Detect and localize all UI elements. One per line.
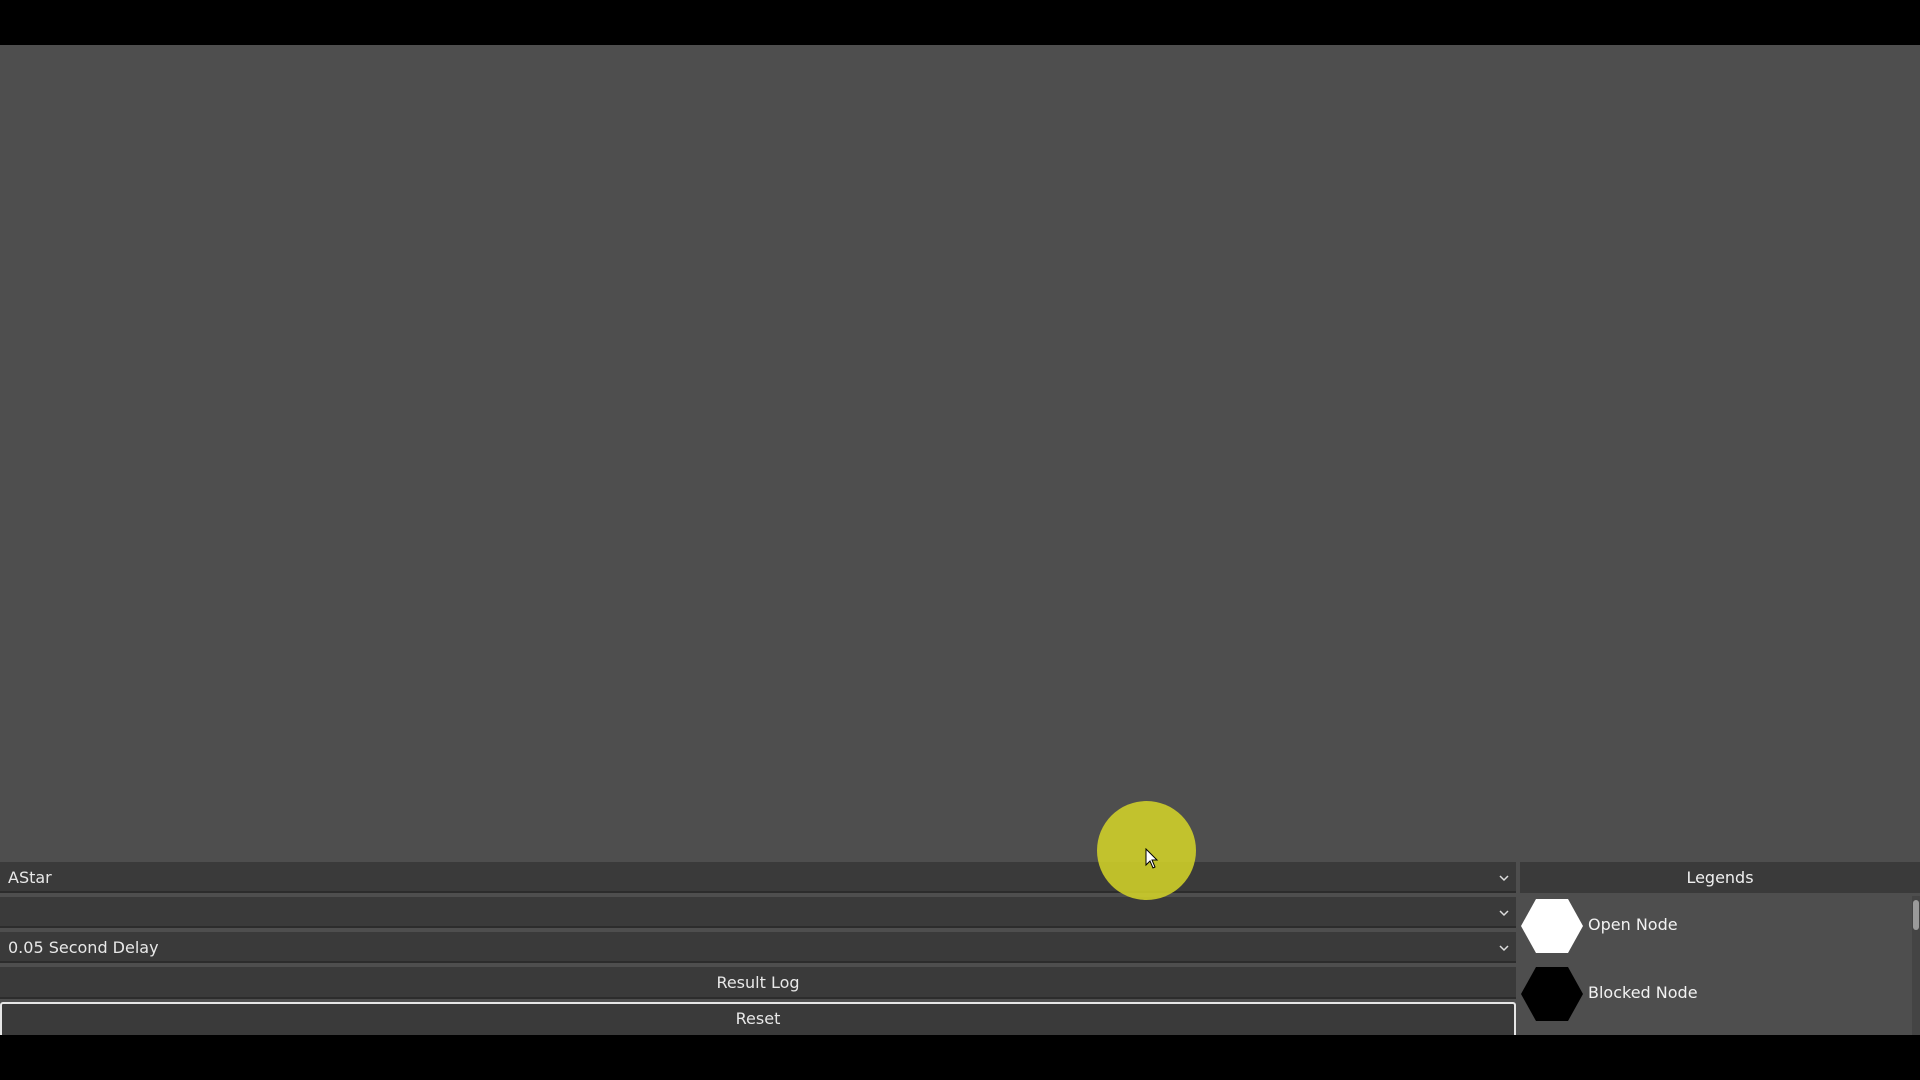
- legend-item-label: Open Node: [1588, 915, 1678, 934]
- delay-dropdown[interactable]: 0.05 Second Delay: [0, 932, 1516, 963]
- hexagon-icon: [1520, 1032, 1584, 1035]
- legend-item-open-node: Open Node: [1520, 896, 1910, 956]
- scrollbar-thumb[interactable]: [1913, 900, 1919, 930]
- legend-item-label: Blocked Node: [1588, 983, 1698, 1002]
- control-panel: AStar 0.05 Second Delay Result Log Reset: [0, 862, 1516, 1035]
- result-log-button[interactable]: Result Log: [0, 967, 1516, 999]
- legend-item-partial: [1520, 1032, 1910, 1035]
- chevron-down-icon: [1499, 875, 1509, 882]
- legend-panel: Legends Open Node Blocked Node: [1520, 862, 1920, 1035]
- chevron-down-icon: [1499, 945, 1509, 952]
- algorithm-dropdown[interactable]: AStar: [0, 862, 1516, 893]
- algorithm-dropdown-value: AStar: [8, 868, 52, 887]
- legend-item-blocked-node: Blocked Node: [1520, 964, 1910, 1024]
- secondary-dropdown[interactable]: [0, 897, 1516, 928]
- white-hexagon-icon: [1521, 899, 1583, 953]
- pathfinding-grid-view[interactable]: [0, 45, 1920, 861]
- legend-list[interactable]: Open Node Blocked Node: [1520, 896, 1920, 1035]
- mouse-cursor-icon: [1145, 848, 1159, 869]
- legend-title: Legends: [1520, 862, 1920, 893]
- chevron-down-icon: [1499, 910, 1509, 917]
- black-hexagon-icon: [1521, 967, 1583, 1021]
- app-window: AStar 0.05 Second Delay Result Log Reset…: [0, 45, 1920, 1035]
- legend-scrollbar[interactable]: [1912, 896, 1920, 1035]
- reset-button[interactable]: Reset: [0, 1002, 1516, 1035]
- delay-dropdown-value: 0.05 Second Delay: [8, 938, 159, 957]
